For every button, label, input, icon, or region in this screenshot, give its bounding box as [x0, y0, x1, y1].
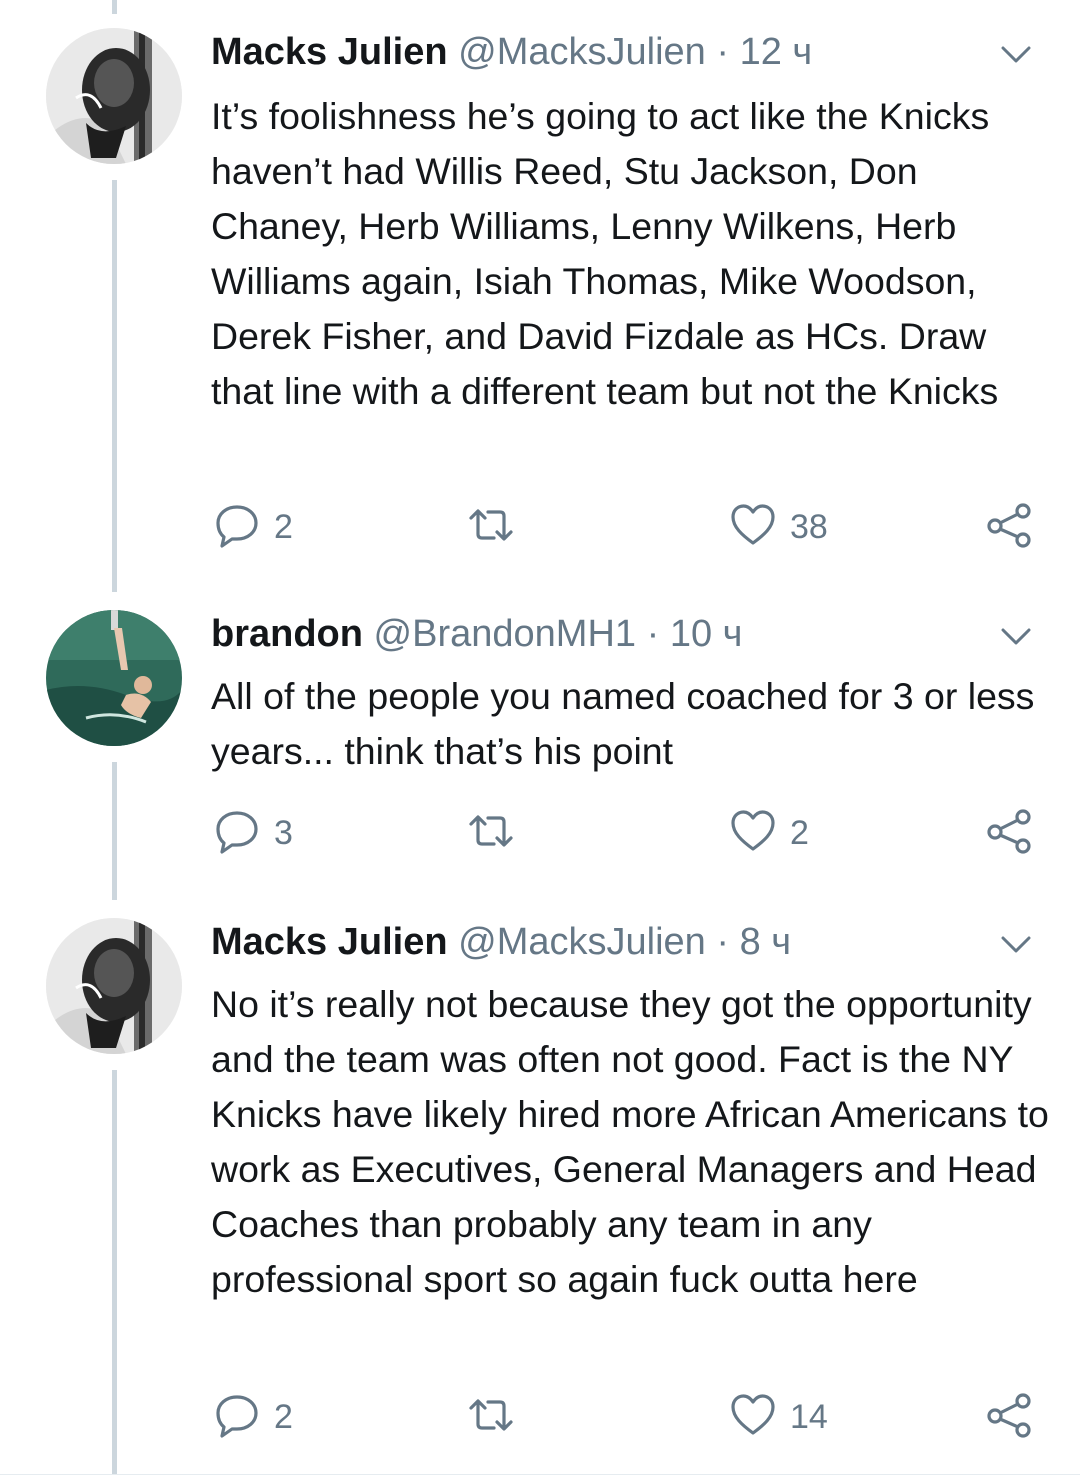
tweet-actions: 3 2	[0, 808, 1080, 858]
retweet-button[interactable]	[468, 808, 528, 858]
reply-button[interactable]: 2	[214, 502, 293, 552]
divider	[0, 1474, 1080, 1475]
reply-count: 2	[274, 1398, 293, 1436]
author-name[interactable]: Macks Julien	[211, 31, 448, 73]
reply-count: 3	[274, 814, 293, 852]
tweet-text: It’s foolishness he’s going to act like …	[211, 95, 999, 412]
author-name[interactable]: brandon	[211, 613, 363, 655]
retweet-icon	[468, 808, 514, 859]
tweet-header: Macks Julien @MacksJulien · 8 ч	[211, 918, 791, 966]
like-button[interactable]: 14	[730, 1392, 828, 1442]
share-icon	[986, 808, 1032, 859]
author-name[interactable]: Macks Julien	[211, 921, 448, 963]
heart-icon	[730, 1392, 776, 1443]
retweet-button[interactable]	[468, 502, 528, 552]
share-button[interactable]	[986, 808, 1032, 858]
retweet-button[interactable]	[468, 1392, 528, 1442]
tweet-text: No it’s really not because they got the …	[211, 983, 1049, 1300]
share-icon	[986, 1392, 1032, 1443]
timestamp[interactable]: 12 ч	[740, 31, 813, 73]
separator: ·	[716, 921, 729, 963]
tweet-actions: 2 14	[0, 1392, 1080, 1442]
avatar[interactable]	[46, 28, 182, 164]
tweet-text: All of the people you named coached for …	[211, 675, 1035, 772]
author-handle[interactable]: @MacksJulien	[458, 31, 706, 73]
reply-button[interactable]: 2	[214, 1392, 293, 1442]
like-count: 38	[790, 508, 828, 546]
share-icon	[986, 502, 1032, 553]
chevron-down-icon[interactable]	[998, 36, 1034, 72]
separator: ·	[716, 31, 729, 73]
timestamp[interactable]: 10 ч	[670, 613, 743, 655]
tweet-actions: 2 38	[0, 502, 1080, 552]
heart-icon	[730, 808, 776, 859]
avatar[interactable]	[46, 610, 182, 746]
chevron-down-icon[interactable]	[998, 926, 1034, 962]
reply-button[interactable]: 3	[214, 808, 293, 858]
thread-line-top	[112, 0, 117, 14]
retweet-icon	[468, 1392, 514, 1443]
heart-icon	[730, 502, 776, 553]
tweet-header: brandon @BrandonMH1 · 10 ч	[211, 610, 742, 658]
avatar[interactable]	[46, 918, 182, 1054]
retweet-icon	[468, 502, 514, 553]
share-button[interactable]	[986, 502, 1032, 552]
reply-icon	[214, 1392, 260, 1443]
reply-icon	[214, 808, 260, 859]
tweet-header: Macks Julien @MacksJulien · 12 ч	[211, 28, 812, 76]
like-count: 14	[790, 1398, 828, 1436]
share-button[interactable]	[986, 1392, 1032, 1442]
author-handle[interactable]: @BrandonMH1	[374, 613, 636, 655]
like-button[interactable]: 38	[730, 502, 828, 552]
author-handle[interactable]: @MacksJulien	[458, 921, 706, 963]
reply-count: 2	[274, 508, 293, 546]
chevron-down-icon[interactable]	[998, 618, 1034, 654]
reply-icon	[214, 502, 260, 553]
timestamp[interactable]: 8 ч	[740, 921, 792, 963]
like-count: 2	[790, 814, 809, 852]
like-button[interactable]: 2	[730, 808, 809, 858]
separator: ·	[646, 613, 660, 655]
